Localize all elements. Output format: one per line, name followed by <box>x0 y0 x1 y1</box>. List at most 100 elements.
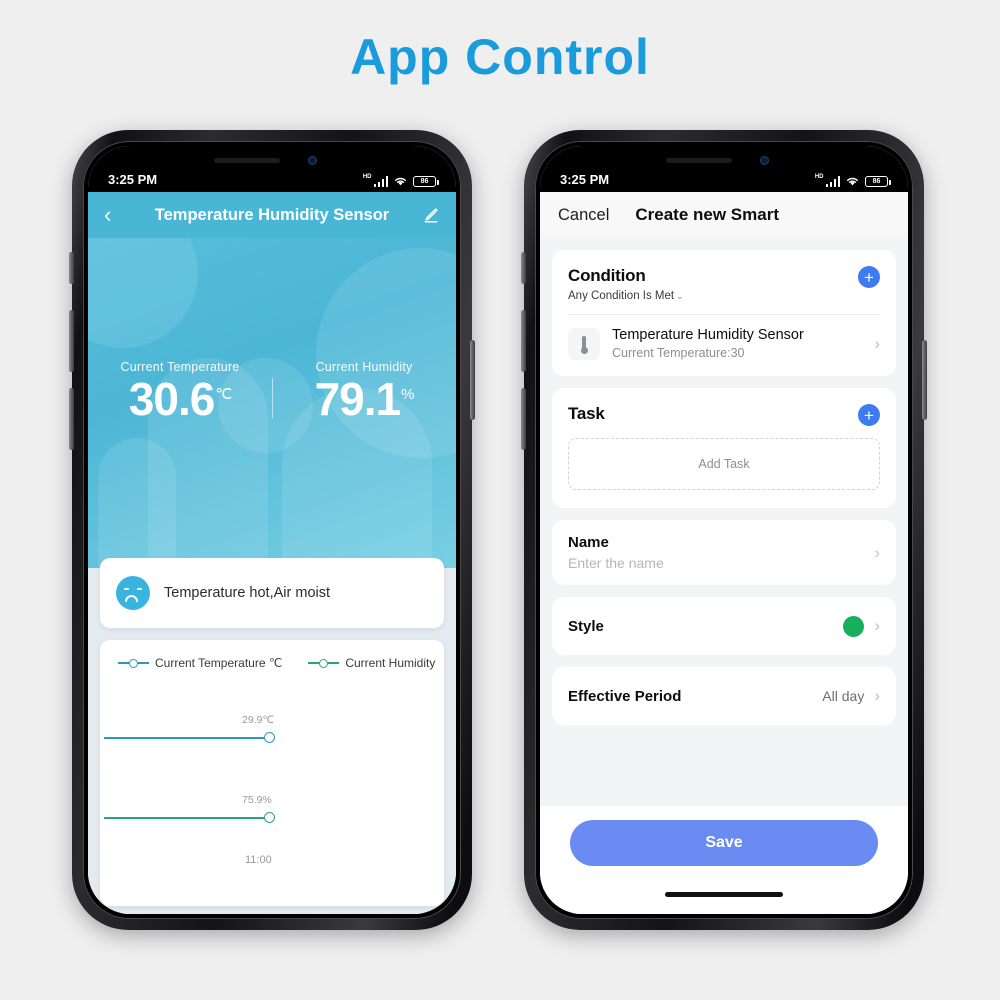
create-smart-title: Create new Smart <box>635 205 779 224</box>
chart-x-tick: 11:00 <box>245 854 272 866</box>
edit-pencil-icon[interactable] <box>418 206 440 225</box>
effective-period-value: All day <box>822 688 865 704</box>
chevron-right-icon: › <box>874 616 880 635</box>
temperature-data-point <box>264 732 275 743</box>
power-button[interactable] <box>470 340 475 420</box>
volume-up-button[interactable] <box>521 310 526 372</box>
add-condition-button[interactable]: + <box>858 266 880 288</box>
condition-card-header: Condition Any Condition Is Met ⌄ + <box>552 250 896 314</box>
legend-item-humidity[interactable]: Current Humidity <box>308 656 435 670</box>
task-card-header: Task + <box>552 388 896 438</box>
history-chart-card: Current Temperature ℃ Current Humidity 2… <box>100 640 444 906</box>
humidity-data-point <box>264 812 275 823</box>
wifi-icon <box>395 177 406 186</box>
status-icons: HD 86 <box>362 174 439 187</box>
front-camera-icon <box>308 156 317 165</box>
comfort-status-card[interactable]: Temperature hot,Air moist <box>100 558 444 628</box>
style-row-text: Style <box>568 618 843 635</box>
style-row[interactable]: Style › <box>552 597 896 655</box>
battery-icon: 86 <box>413 176 439 187</box>
status-time: 3:25 PM <box>108 172 158 187</box>
style-row-title: Style <box>568 617 604 635</box>
page-title: App Control <box>350 29 650 85</box>
condition-card: Condition Any Condition Is Met ⌄ + Tempe… <box>552 250 896 376</box>
mute-switch[interactable] <box>69 252 74 284</box>
humidity-label: Current Humidity <box>315 360 413 374</box>
name-row-right: › <box>874 543 880 563</box>
add-task-button[interactable]: + <box>858 404 880 426</box>
phone-device-left: 3:25 PM HD 86 ‹ Temperature Humidity Sen… <box>69 130 475 930</box>
chart-plot-area[interactable]: 29.9℃ 75.9% 11:00 <box>100 696 444 906</box>
style-color-swatch[interactable] <box>843 615 865 637</box>
phone-device-right: 3:25 PM HD 86 Cancel Create new Smart Co… <box>521 130 927 930</box>
condition-item-row[interactable]: Temperature Humidity Sensor Current Temp… <box>552 315 896 376</box>
mute-switch[interactable] <box>521 252 526 284</box>
humidity-unit: % <box>401 385 414 403</box>
power-button[interactable] <box>922 340 927 420</box>
earpiece-speaker <box>214 158 280 163</box>
temperature-data-label: 29.9℃ <box>242 714 275 726</box>
battery-level: 86 <box>420 178 429 185</box>
chevron-right-icon: › <box>874 333 880 353</box>
legend-marker-humidity <box>308 658 340 668</box>
condition-mode-selector[interactable]: Any Condition Is Met ⌄ <box>568 290 684 302</box>
condition-title: Condition <box>568 266 646 285</box>
earpiece-speaker <box>666 158 732 163</box>
front-camera-icon <box>760 156 769 165</box>
sensor-page-title: Temperature Humidity Sensor <box>154 205 390 224</box>
chevron-down-icon: ⌄ <box>676 291 684 301</box>
back-arrow-icon[interactable]: ‹ <box>104 204 126 226</box>
legend-marker-temperature <box>118 658 149 668</box>
home-indicator[interactable] <box>665 891 783 897</box>
hd-label: HD <box>814 174 824 180</box>
wifi-icon <box>847 177 858 186</box>
create-smart-header: Cancel Create new Smart <box>540 192 908 238</box>
phone-bezel-left: 3:25 PM HD 86 ‹ Temperature Humidity Sen… <box>83 141 461 919</box>
status-bar-left: 3:25 PM HD 86 <box>88 146 456 192</box>
save-bar: Save <box>540 806 908 874</box>
humidity-reading: Current Humidity 79.1% <box>272 360 456 422</box>
humidity-data-label: 75.9% <box>242 794 272 806</box>
add-task-label: Add Task <box>698 457 750 471</box>
volume-down-button[interactable] <box>521 388 526 450</box>
hd-label: HD <box>362 174 372 180</box>
chevron-right-icon: › <box>874 542 880 562</box>
battery-icon: 86 <box>865 176 891 187</box>
sensor-app-header: ‹ Temperature Humidity Sensor <box>88 192 456 238</box>
volume-up-button[interactable] <box>69 310 74 372</box>
save-button[interactable]: Save <box>570 820 878 866</box>
status-icons: HD 86 <box>814 174 891 187</box>
cancel-button[interactable]: Cancel <box>558 206 609 225</box>
condition-item-text: Temperature Humidity Sensor Current Temp… <box>612 327 862 360</box>
condition-device-name: Temperature Humidity Sensor <box>612 327 804 343</box>
signal-bars-icon <box>373 176 388 187</box>
sad-face-icon <box>116 576 150 610</box>
create-smart-scroll[interactable]: Condition Any Condition Is Met ⌄ + Tempe… <box>540 238 908 806</box>
battery-level: 86 <box>872 178 881 185</box>
name-input[interactable]: Enter the name <box>568 555 874 571</box>
add-task-placeholder[interactable]: Add Task <box>568 438 880 490</box>
legend-item-temperature[interactable]: Current Temperature ℃ <box>118 656 282 670</box>
decorative-blob <box>88 238 198 348</box>
signal-bars-icon <box>825 176 840 187</box>
condition-mode-label: Any Condition Is Met <box>568 290 675 302</box>
condition-device-detail: Current Temperature:30 <box>612 346 745 360</box>
name-row-text: Name Enter the name <box>568 534 874 571</box>
phone-bezel-right: 3:25 PM HD 86 Cancel Create new Smart Co… <box>535 141 913 919</box>
name-row-title: Name <box>568 534 609 551</box>
effective-period-title: Effective Period <box>568 687 682 705</box>
name-row[interactable]: Name Enter the name › <box>552 520 896 585</box>
home-indicator-area-right <box>540 874 908 914</box>
effective-period-text: Effective Period <box>568 688 822 705</box>
humidity-value: 79.1% <box>314 373 415 425</box>
effective-period-right: All day › <box>822 686 880 706</box>
effective-period-row[interactable]: Effective Period All day › <box>552 667 896 725</box>
chart-legend: Current Temperature ℃ Current Humidity <box>100 640 444 670</box>
task-card: Task + Add Task <box>552 388 896 508</box>
screen-right: 3:25 PM HD 86 Cancel Create new Smart Co… <box>540 146 908 914</box>
comfort-status-text: Temperature hot,Air moist <box>164 585 331 601</box>
temperature-label: Current Temperature <box>120 360 240 374</box>
volume-down-button[interactable] <box>69 388 74 450</box>
create-smart-body: Cancel Create new Smart Condition Any Co… <box>540 192 908 874</box>
reading-divider <box>272 378 273 418</box>
